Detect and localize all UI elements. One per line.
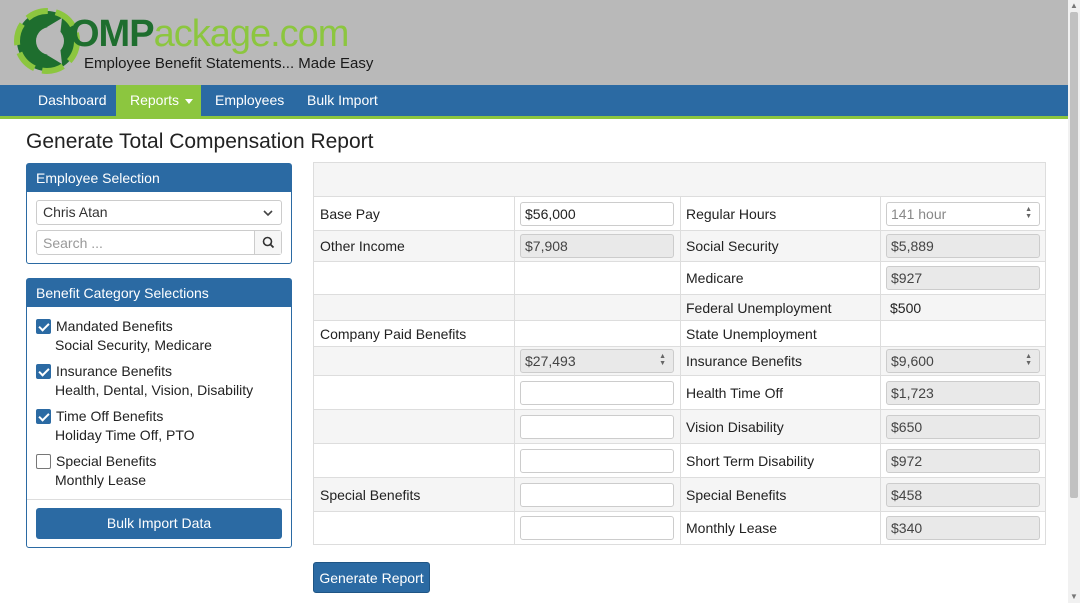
time-off-checkbox[interactable] bbox=[36, 409, 51, 424]
panel-divider bbox=[27, 499, 291, 500]
main-navbar: Dashboard Reports Employees Bulk Import bbox=[0, 85, 1068, 116]
logo-text-dark: OMP bbox=[70, 13, 155, 55]
column-divider bbox=[514, 197, 515, 545]
insurance-benefits-field[interactable]: $9,600 ▲ ▼ bbox=[886, 349, 1040, 373]
monthly-lease-field: $340 bbox=[886, 516, 1040, 540]
insurance-benefits-value: $9,600 bbox=[891, 353, 934, 369]
state-unemployment-label: State Unemployment bbox=[686, 326, 817, 342]
vision-disability-field: $650 bbox=[886, 415, 1040, 439]
company-paid-benefits-label: Company Paid Benefits bbox=[320, 326, 467, 342]
benefit-description: Monthly Lease bbox=[55, 472, 147, 488]
medicare-field: $927 bbox=[886, 266, 1040, 290]
empty-input[interactable] bbox=[520, 483, 674, 507]
base-pay-label: Base Pay bbox=[320, 206, 380, 222]
benefit-category-panel: Benefit Category Selections Mandated Ben… bbox=[26, 278, 292, 548]
regular-hours-input[interactable]: 141 hour ▲ ▼ bbox=[886, 202, 1040, 226]
short-term-disability-field: $972 bbox=[886, 449, 1040, 473]
other-income-label: Other Income bbox=[320, 238, 405, 254]
column-divider bbox=[680, 197, 681, 545]
nav-dashboard[interactable]: Dashboard bbox=[24, 85, 121, 116]
benefit-label: Special Benefits bbox=[56, 453, 157, 469]
employee-selection-heading: Employee Selection bbox=[27, 164, 291, 192]
compensation-grid: Base Pay Other Income Company Paid Benef… bbox=[313, 162, 1046, 545]
empty-input[interactable] bbox=[520, 449, 674, 473]
nav-accent-line bbox=[0, 116, 1068, 119]
health-time-off-label: Health Time Off bbox=[686, 385, 784, 401]
base-pay-input[interactable]: $56,000 bbox=[520, 202, 674, 226]
special-benefits-field: $458 bbox=[886, 483, 1040, 507]
chevron-down-icon bbox=[263, 210, 273, 217]
special-checkbox[interactable] bbox=[36, 454, 51, 469]
spinner-icon[interactable]: ▲ ▼ bbox=[1025, 353, 1032, 367]
federal-unemployment-label: Federal Unemployment bbox=[686, 300, 832, 316]
federal-unemployment-value: $500 bbox=[890, 300, 922, 316]
search-button[interactable] bbox=[254, 231, 281, 254]
nav-employees[interactable]: Employees bbox=[201, 85, 298, 116]
monthly-lease-label: Monthly Lease bbox=[686, 520, 778, 536]
short-term-disability-label: Short Term Disability bbox=[686, 453, 815, 469]
employee-search-input[interactable] bbox=[37, 231, 255, 254]
benefit-label: Time Off Benefits bbox=[56, 408, 164, 424]
empty-input[interactable] bbox=[520, 516, 674, 540]
logo-text[interactable]: OMPackage.com bbox=[70, 12, 350, 56]
caret-down-icon bbox=[185, 98, 194, 104]
page-scrollbar[interactable]: ▲ ▼ bbox=[1068, 0, 1080, 603]
company-paid-benefits-field[interactable]: $27,493 ▲ ▼ bbox=[520, 349, 674, 373]
generate-report-button[interactable]: Generate Report bbox=[313, 562, 430, 593]
nav-reports-label: Reports bbox=[130, 92, 180, 108]
grid-header-row bbox=[314, 163, 1045, 197]
benefit-label: Insurance Benefits bbox=[56, 363, 172, 379]
benefit-description: Social Security, Medicare bbox=[55, 337, 212, 353]
page-title: Generate Total Compensation Report bbox=[26, 130, 374, 153]
logo-text-light: ackage.com bbox=[153, 13, 350, 55]
mandated-checkbox[interactable] bbox=[36, 319, 51, 334]
spinner-icon[interactable]: ▲ ▼ bbox=[1025, 206, 1032, 220]
column-divider bbox=[880, 197, 881, 545]
social-security-label: Social Security bbox=[686, 238, 779, 254]
nav-bulk-import[interactable]: Bulk Import bbox=[293, 85, 392, 116]
regular-hours-value: 141 hour bbox=[891, 206, 947, 222]
nav-reports[interactable]: Reports bbox=[116, 85, 201, 116]
medicare-label: Medicare bbox=[686, 270, 744, 286]
special-benefits-label: Special Benefits bbox=[686, 487, 787, 503]
vision-disability-label: Vision Disability bbox=[686, 419, 784, 435]
other-income-field: $7,908 bbox=[520, 234, 674, 258]
benefit-description: Health, Dental, Vision, Disability bbox=[55, 382, 254, 398]
benefit-label: Mandated Benefits bbox=[56, 318, 173, 334]
site-header: OMPackage.com Employee Benefit Statement… bbox=[0, 0, 1068, 85]
company-paid-benefits-value: $27,493 bbox=[525, 353, 576, 369]
search-icon bbox=[262, 236, 275, 249]
empty-input[interactable] bbox=[520, 381, 674, 405]
benefit-category-heading: Benefit Category Selections bbox=[27, 279, 291, 307]
employee-select[interactable]: Chris Atan bbox=[36, 200, 282, 225]
scroll-thumb[interactable] bbox=[1070, 12, 1078, 498]
spinner-icon[interactable]: ▲ ▼ bbox=[659, 353, 666, 367]
insurance-benefits-label: Insurance Benefits bbox=[686, 353, 802, 369]
regular-hours-label: Regular Hours bbox=[686, 206, 777, 222]
insurance-checkbox[interactable] bbox=[36, 364, 51, 379]
health-time-off-field: $1,723 bbox=[886, 381, 1040, 405]
employee-selection-panel: Employee Selection Chris Atan bbox=[26, 163, 292, 264]
bulk-import-data-button[interactable]: Bulk Import Data bbox=[36, 508, 282, 539]
empty-input[interactable] bbox=[520, 415, 674, 439]
tagline: Employee Benefit Statements... Made Easy bbox=[84, 55, 374, 72]
social-security-field: $5,889 bbox=[886, 234, 1040, 258]
scroll-down-icon[interactable]: ▼ bbox=[1068, 591, 1080, 603]
scroll-up-icon[interactable]: ▲ bbox=[1068, 0, 1080, 12]
employee-search bbox=[36, 230, 282, 255]
benefit-description: Holiday Time Off, PTO bbox=[55, 427, 195, 443]
employee-select-value: Chris Atan bbox=[43, 204, 108, 220]
special-benefits-left-label: Special Benefits bbox=[320, 487, 421, 503]
